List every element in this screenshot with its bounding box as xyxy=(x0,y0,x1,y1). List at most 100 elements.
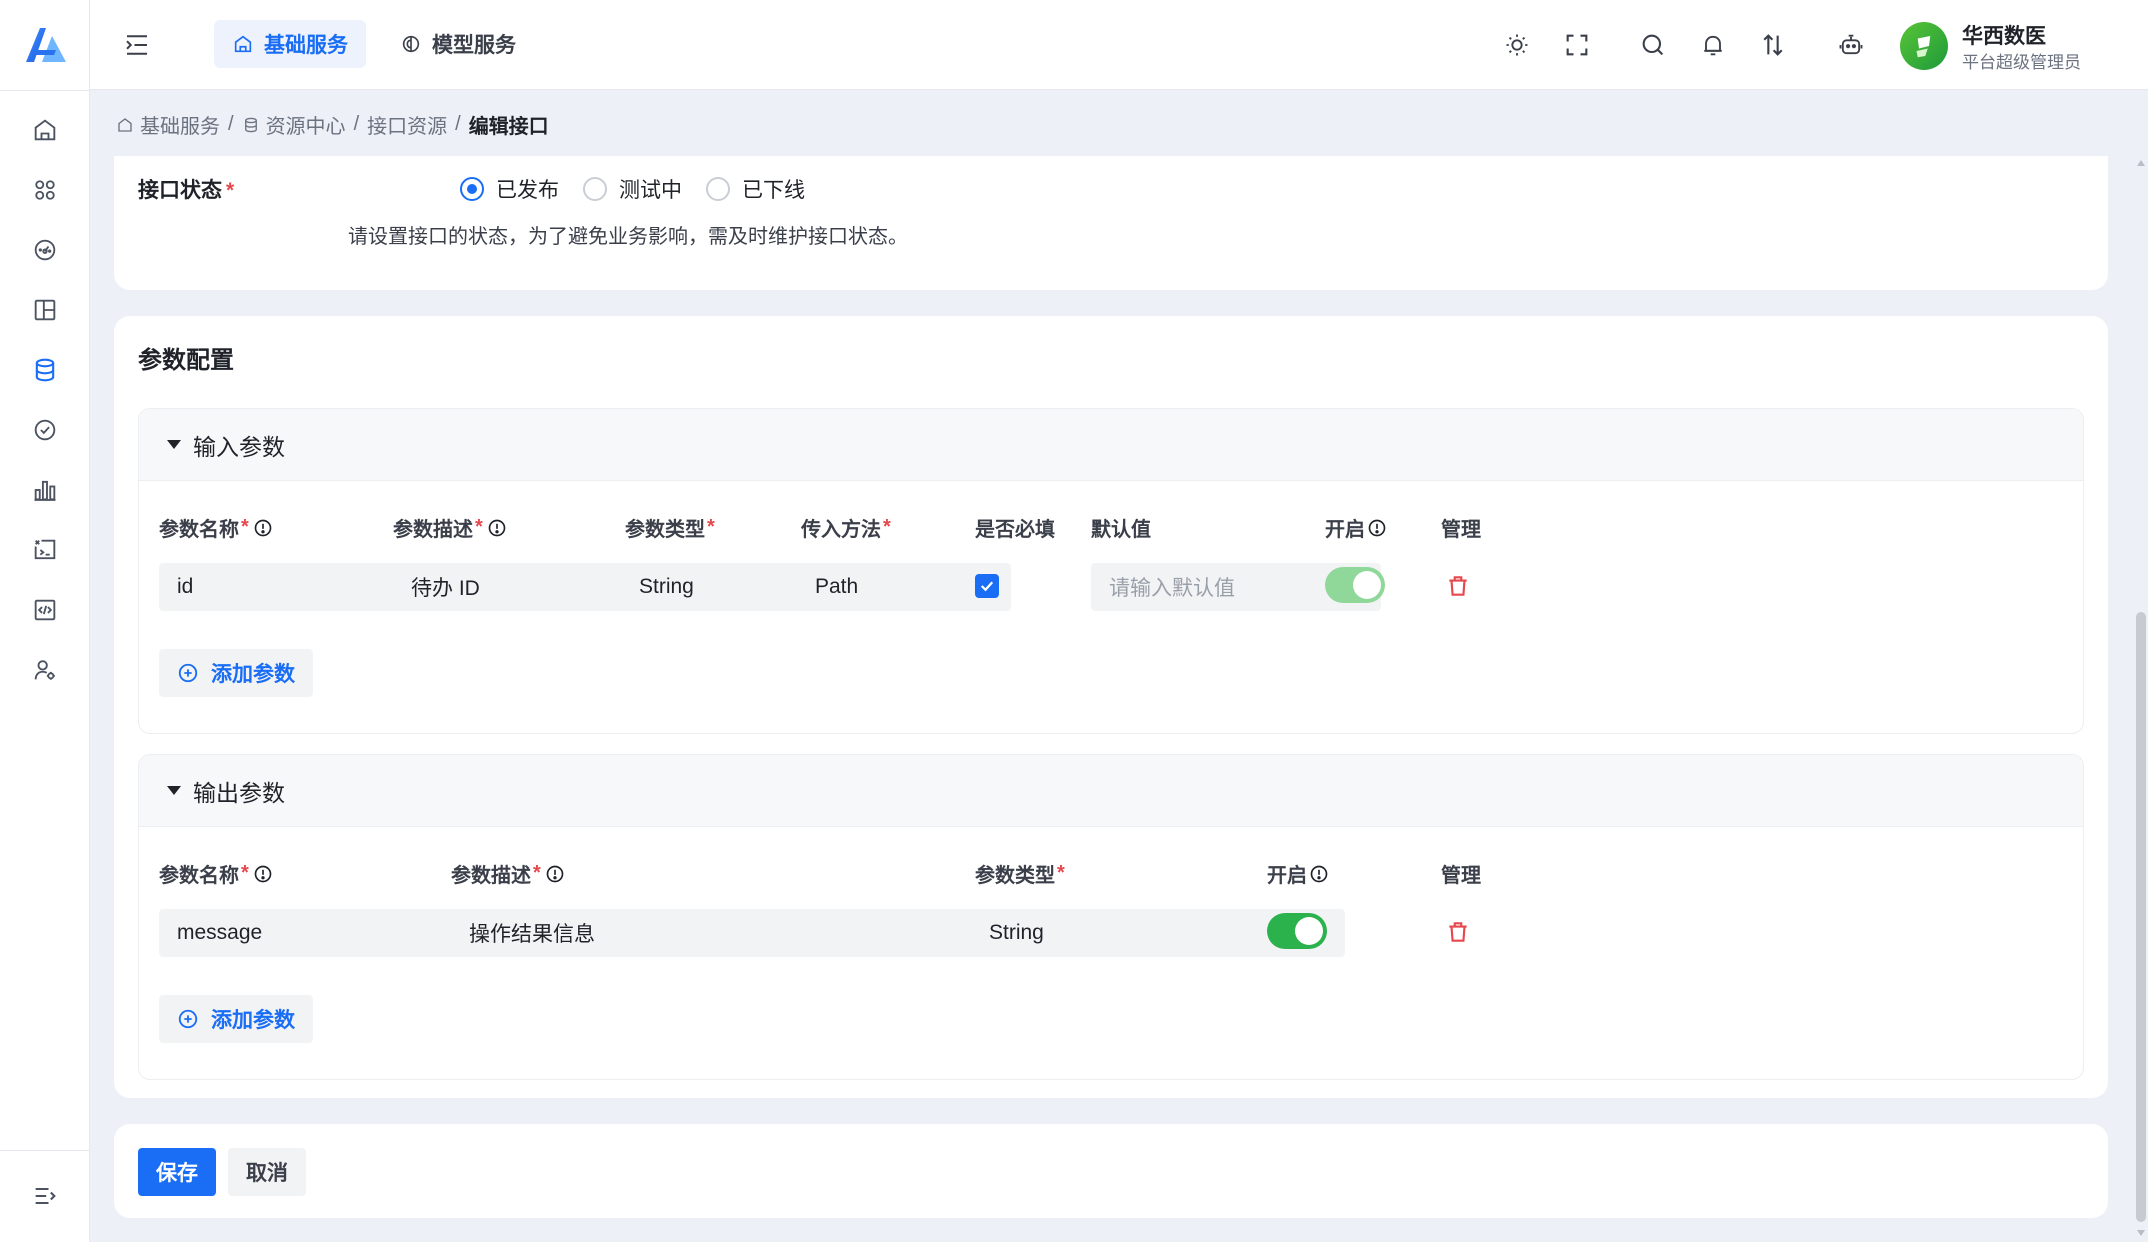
tab-model-services[interactable]: 模型服务 xyxy=(382,20,534,68)
brain-icon xyxy=(402,35,420,53)
apps-icon xyxy=(35,180,55,200)
fullscreen-button[interactable] xyxy=(1562,30,1592,60)
info-icon[interactable] xyxy=(1309,864,1329,884)
sidebar-item-apps[interactable] xyxy=(27,172,63,208)
info-icon[interactable] xyxy=(253,518,273,538)
sidebar-item-user-settings[interactable] xyxy=(27,652,63,688)
home-icon xyxy=(234,35,252,53)
output-params-panel: 输出参数 参数名称 * 参数描述 * 参数类型 * 开启 管理 message 操作结… xyxy=(138,754,2084,1080)
col-param-name: 参数名称 * xyxy=(159,513,273,542)
info-icon[interactable] xyxy=(253,864,273,884)
col-param-required: 是否必填 xyxy=(975,513,1055,542)
radio-testing[interactable]: 测试中 xyxy=(583,174,682,204)
sidebar-item-code[interactable] xyxy=(27,592,63,628)
breadcrumb-item-basic-services[interactable]: 基础服务 xyxy=(116,110,220,139)
toggle-knob xyxy=(1353,571,1381,599)
sun-icon xyxy=(1506,34,1528,56)
sidebar-item-layout[interactable] xyxy=(27,292,63,328)
tab-basic-services[interactable]: 基础服务 xyxy=(214,20,366,68)
input-param-enabled-toggle[interactable] xyxy=(1325,567,1385,603)
col-label-text: 参数名称 xyxy=(159,865,239,887)
sidebar-item-analytics[interactable] xyxy=(27,472,63,508)
required-mark: * xyxy=(533,862,541,884)
status-card: 接口状态 * 已发布 测试中 已下线 请设置接口的状态，为了避免业务影响，需及时维… xyxy=(114,156,2108,290)
col-label-text: 开启 xyxy=(1325,519,1365,541)
radio-label: 已发布 xyxy=(496,179,559,202)
section-title: 参数配置 xyxy=(138,347,234,374)
add-output-param-button[interactable]: 添加参数 xyxy=(159,995,313,1043)
save-button[interactable]: 保存 xyxy=(138,1148,216,1196)
col-label-text: 是否必填 xyxy=(975,519,1055,541)
search-button[interactable] xyxy=(1638,30,1668,60)
sidebar-bottom-divider xyxy=(0,1150,90,1151)
info-icon[interactable] xyxy=(487,518,507,538)
trash-icon[interactable] xyxy=(1445,573,1471,599)
status-field-label: 接口状态 * xyxy=(138,174,234,204)
breadcrumb-item-resource-center[interactable]: 资源中心 xyxy=(242,110,346,139)
notifications-button[interactable] xyxy=(1698,30,1728,60)
database-icon xyxy=(35,358,55,382)
radio-published[interactable]: 已发布 xyxy=(460,174,559,204)
add-input-param-button[interactable]: 添加参数 xyxy=(159,649,313,697)
input-param-required-checkbox[interactable] xyxy=(975,574,999,598)
col-label-text: 参数名称 xyxy=(159,519,239,541)
toggle-knob xyxy=(1295,917,1323,945)
sort-arrows-icon xyxy=(1763,34,1783,56)
col-label-text: 管理 xyxy=(1441,519,1481,541)
col-label-text: 管理 xyxy=(1441,865,1481,887)
output-param-enabled-toggle[interactable] xyxy=(1267,913,1327,949)
assistant-button[interactable] xyxy=(1836,30,1866,60)
col-label-text: 参数描述 xyxy=(451,865,531,887)
info-icon[interactable] xyxy=(1367,518,1387,538)
col-label-text: 参数类型 xyxy=(975,865,1055,887)
input-params-header[interactable]: 输入参数 xyxy=(139,409,2083,481)
add-button-label: 添加参数 xyxy=(211,1009,295,1032)
tab-label: 模型服务 xyxy=(432,34,516,57)
panel-title: 输入参数 xyxy=(193,433,285,460)
bell-icon xyxy=(1704,35,1722,56)
avatar[interactable] xyxy=(1900,22,1948,70)
sidebar-item-terminal[interactable] xyxy=(27,532,63,568)
breadcrumb-separator: / xyxy=(228,113,234,135)
col-param-default: 默认值 xyxy=(1091,513,1151,542)
user-name: 华西数医 xyxy=(1962,25,2046,48)
menu-toggle-icon[interactable] xyxy=(122,30,152,60)
home-icon xyxy=(118,117,132,132)
input-params-panel: 输入参数 参数名称 * 参数描述 * 参数类型 * 传入方法 * 是否必填 默认值 开启… xyxy=(138,408,2084,734)
select-value: String xyxy=(989,921,1044,944)
theme-toggle-button[interactable] xyxy=(1502,30,1532,60)
status-hint: 请设置接口的状态，为了避免业务影响，需及时维护接口状态。 xyxy=(348,226,908,248)
col-param-name: 参数名称 * xyxy=(159,859,273,888)
col-label-text: 参数描述 xyxy=(393,519,473,541)
sidebar-item-database[interactable] xyxy=(27,352,63,388)
radio-label: 测试中 xyxy=(619,179,682,202)
scroll-down-arrow-icon[interactable] xyxy=(2137,1230,2145,1236)
breadcrumb-item-api-resources[interactable]: 接口资源 xyxy=(367,110,447,139)
app-logo[interactable] xyxy=(22,24,68,64)
home-icon xyxy=(34,119,56,141)
col-param-desc: 参数描述 * xyxy=(451,859,565,888)
breadcrumb-separator: / xyxy=(353,113,360,135)
transfer-button[interactable] xyxy=(1758,30,1788,60)
select-value: Path xyxy=(815,575,859,598)
breadcrumb-separator: / xyxy=(455,113,461,135)
radio-dot xyxy=(706,177,730,201)
scrollbar-thumb[interactable] xyxy=(2136,612,2146,1222)
col-param-enabled: 开启 xyxy=(1267,859,1329,888)
status-radio-group: 已发布 测试中 已下线 xyxy=(460,174,829,204)
cancel-button[interactable]: 取消 xyxy=(228,1148,306,1196)
database-icon xyxy=(244,117,257,132)
breadcrumb-current: 编辑接口 xyxy=(468,116,549,138)
sidebar-item-dashboard[interactable] xyxy=(27,232,63,268)
output-params-header[interactable]: 输出参数 xyxy=(139,755,2083,827)
sidebar-item-home[interactable] xyxy=(27,112,63,148)
radio-offline[interactable]: 已下线 xyxy=(706,174,805,204)
panel-title: 输出参数 xyxy=(193,779,285,806)
sidebar-collapse-button[interactable] xyxy=(27,1178,63,1214)
col-label-text: 参数类型 xyxy=(625,519,705,541)
sidebar-item-check[interactable] xyxy=(27,412,63,448)
info-icon[interactable] xyxy=(545,864,565,884)
required-mark: * xyxy=(226,179,235,202)
trash-icon[interactable] xyxy=(1445,919,1471,945)
scroll-up-arrow-icon[interactable] xyxy=(2137,160,2145,166)
